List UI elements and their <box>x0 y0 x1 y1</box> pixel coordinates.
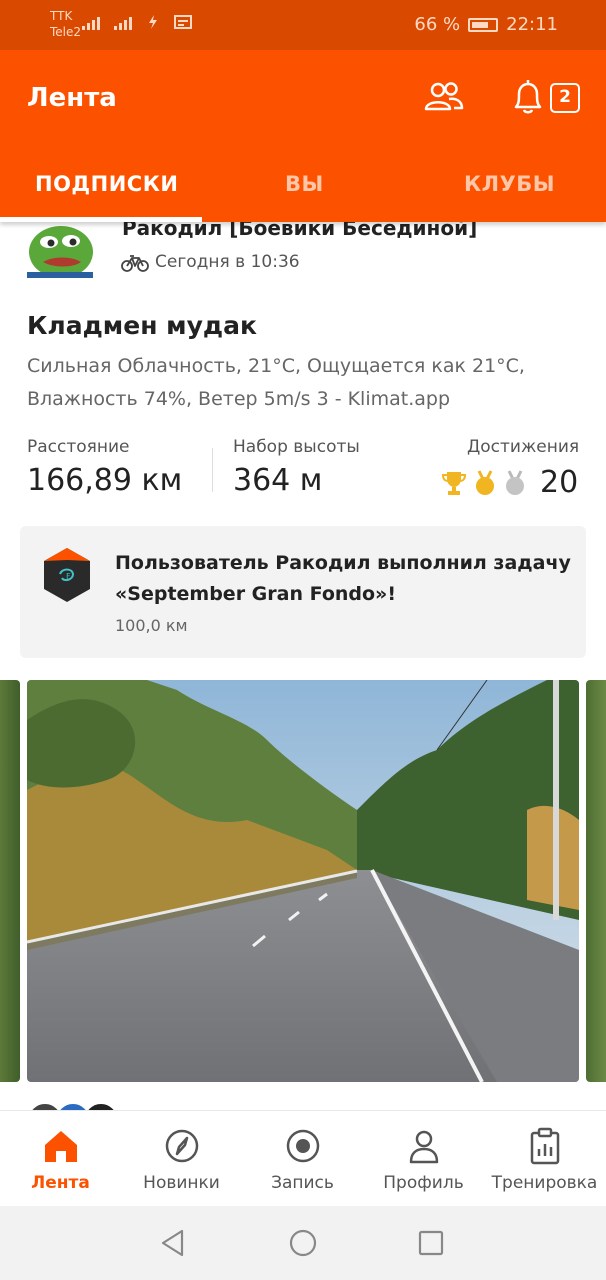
divider <box>212 448 213 492</box>
bell-icon[interactable] <box>510 78 546 116</box>
system-navigation <box>0 1206 606 1280</box>
nav-profile[interactable]: Профиль <box>363 1111 484 1207</box>
profile-icon <box>409 1130 439 1164</box>
notification-count-badge[interactable]: 2 <box>550 83 580 113</box>
achievements-count: 20 <box>540 465 579 500</box>
stat-elevation: Набор высоты 364 м <box>233 437 360 498</box>
activity-title[interactable]: Кладмен мудак <box>27 311 257 340</box>
activity-photo[interactable] <box>27 680 579 1082</box>
silver-medal-icon <box>506 469 524 495</box>
status-right: 66 % 22:11 <box>414 14 558 35</box>
stat-value: 166,89 км <box>27 463 183 498</box>
bike-icon <box>121 255 149 272</box>
nav-label: Новинки <box>143 1173 220 1193</box>
nav-training[interactable]: Тренировка <box>484 1111 605 1207</box>
carrier-2: Tele2 <box>50 25 82 39</box>
nav-label: Профиль <box>383 1173 464 1193</box>
record-icon <box>286 1129 320 1163</box>
post-time: Сегодня в 10:36 <box>155 252 300 272</box>
nav-record[interactable]: Запись <box>242 1111 363 1207</box>
bottom-navigation: Лента Новинки Запись Профиль Тренировка <box>0 1110 606 1206</box>
athlete-name[interactable]: Ракодил [Боевики Бесединой] <box>122 222 477 240</box>
training-icon <box>530 1127 560 1165</box>
stat-value: 364 м <box>233 463 323 498</box>
activity-feed[interactable]: Ракодил [Боевики Бесединой] Сегодня в 10… <box>0 222 606 1110</box>
athlete-avatar[interactable] <box>27 222 93 278</box>
nav-label: Тренировка <box>491 1173 598 1193</box>
signal-icons <box>82 14 192 30</box>
avatar <box>83 1102 119 1110</box>
stat-distance: Расстояние 166,89 км <box>27 437 182 498</box>
challenge-card[interactable]: F Пользователь Ракодил выполнил задачу «… <box>20 526 586 658</box>
status-bar: TTK Tele2 66 % 22:11 <box>0 0 606 50</box>
compass-icon <box>165 1129 199 1163</box>
nav-explore[interactable]: Новинки <box>121 1111 242 1207</box>
stat-achievements: Достижения <box>467 437 579 457</box>
battery-percent: 66 % <box>414 14 461 35</box>
stat-label: Набор высоты <box>233 437 360 457</box>
clock: 22:11 <box>506 14 558 35</box>
home-icon <box>45 1131 77 1162</box>
home-button-icon[interactable] <box>288 1228 318 1258</box>
page-title: Лента <box>27 83 117 113</box>
nav-feed[interactable]: Лента <box>0 1111 121 1207</box>
kudos-avatars[interactable] <box>27 1102 119 1110</box>
notification-icon <box>174 15 192 29</box>
tab-indicator <box>0 217 202 222</box>
svg-text:F: F <box>66 572 71 581</box>
people-icon[interactable] <box>424 80 464 112</box>
challenge-distance: 100,0 км <box>115 616 188 635</box>
signal-icon-2 <box>114 17 132 30</box>
signal-icon <box>82 17 100 30</box>
achievements-row: 20 <box>440 465 578 500</box>
gold-medal-icon <box>476 469 494 495</box>
carrier-1: TTK <box>50 9 73 23</box>
challenge-text: Пользователь Ракодил выполнил задачу «Se… <box>115 552 571 605</box>
activity-description: Сильная Облачность, 21°C, Ощущается как … <box>27 355 525 410</box>
challenge-badge-icon: F <box>44 548 90 602</box>
tab-you[interactable]: ВЫ <box>285 172 324 196</box>
next-photo[interactable] <box>586 680 606 1082</box>
battery-icon <box>468 17 499 32</box>
prev-photo[interactable] <box>0 680 20 1082</box>
carrier-names: TTK Tele2 <box>50 8 81 40</box>
back-icon[interactable] <box>158 1228 188 1258</box>
tab-subscriptions[interactable]: ПОДПИСКИ <box>35 172 178 196</box>
stat-label: Расстояние <box>27 437 130 457</box>
nav-label: Лента <box>31 1173 90 1193</box>
data-saver-icon <box>149 15 157 29</box>
stat-label: Достижения <box>467 437 580 457</box>
trophy-icon <box>441 471 467 495</box>
app-header: Лента 2 ПОДПИСКИ ВЫ КЛУБЫ <box>0 50 606 222</box>
tab-clubs[interactable]: КЛУБЫ <box>464 172 555 196</box>
feed-tabs: ПОДПИСКИ ВЫ КЛУБЫ <box>0 168 606 222</box>
recents-icon[interactable] <box>416 1228 446 1258</box>
nav-label: Запись <box>271 1173 334 1193</box>
